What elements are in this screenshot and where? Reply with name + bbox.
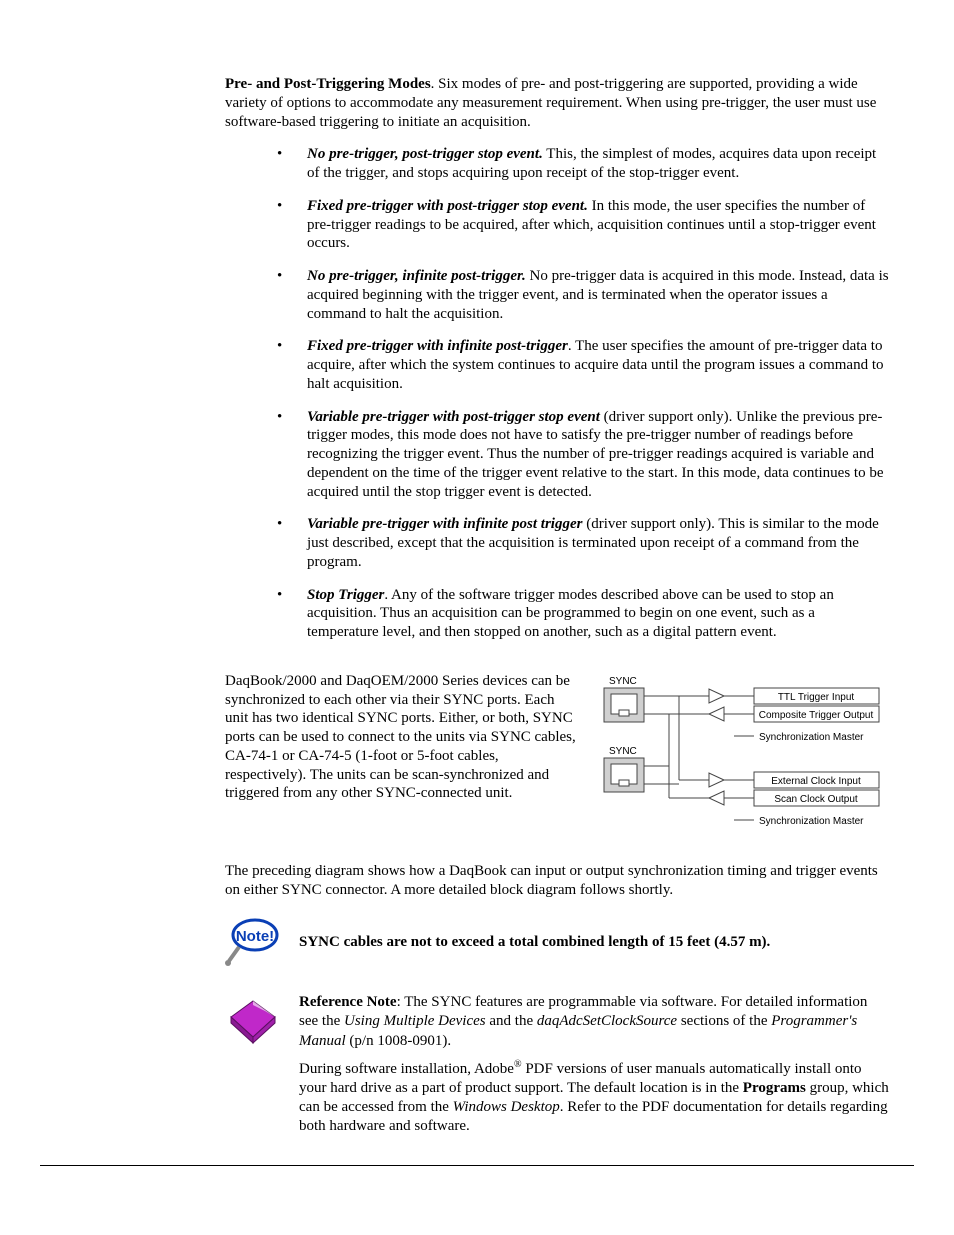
ref-text: (p/n 1008-0901).	[346, 1033, 451, 1049]
ref-link: Using Multiple Devices	[344, 1013, 486, 1029]
list-item: No pre-trigger, infinite post-trigger. N…	[225, 267, 889, 323]
ref-text: sections of the	[677, 1013, 771, 1029]
mode-name: Fixed pre-trigger with post-trigger stop…	[307, 198, 588, 214]
list-item: Variable pre-trigger with infinite post …	[225, 515, 889, 571]
ref-link: daqAdcSetClockSource	[537, 1013, 677, 1029]
ref-text: and the	[486, 1013, 537, 1029]
list-item: Fixed pre-trigger with infinite post-tri…	[225, 337, 889, 393]
modes-list: No pre-trigger, post-trigger stop event.…	[225, 145, 889, 642]
svg-text:SYNC: SYNC	[609, 746, 637, 757]
note-icon: Note!	[225, 917, 281, 967]
reference-body: Reference Note: The SYNC features are pr…	[299, 993, 889, 1144]
sync-paragraph: DaqBook/2000 and DaqOEM/2000 Series devi…	[225, 672, 579, 803]
mode-name: No pre-trigger, infinite post-trigger.	[307, 268, 526, 284]
ref-heading: Reference Note	[299, 994, 397, 1010]
list-item: Variable pre-trigger with post-trigger s…	[225, 408, 889, 502]
svg-text:Composite Trigger Output: Composite Trigger Output	[759, 710, 874, 721]
mode-name: No pre-trigger, post-trigger stop event.	[307, 146, 543, 162]
registered-symbol: ®	[514, 1059, 522, 1070]
sync-diagram: SYNC	[589, 672, 889, 842]
svg-text:Synchronization Master: Synchronization Master	[759, 732, 864, 743]
svg-text:External Clock Input: External Clock Input	[771, 776, 861, 787]
list-item: No pre-trigger, post-trigger stop event.…	[225, 145, 889, 183]
note-text: SYNC cables are not to exceed a total co…	[299, 934, 770, 951]
intro-heading: Pre- and Post-Triggering Modes	[225, 76, 431, 92]
footer-rule	[40, 1165, 914, 1166]
ref-text: During software installation, Adobe	[299, 1061, 514, 1077]
ref-link: Windows Desktop	[453, 1099, 560, 1115]
mode-text: . Any of the software trigger modes desc…	[307, 587, 834, 641]
mode-name: Fixed pre-trigger with infinite post-tri…	[307, 338, 568, 354]
after-diagram-paragraph: The preceding diagram shows how a DaqBoo…	[225, 862, 889, 900]
svg-text:SYNC: SYNC	[609, 676, 637, 687]
svg-text:Scan Clock Output: Scan Clock Output	[774, 794, 858, 805]
svg-text:TTL Trigger Input: TTL Trigger Input	[778, 692, 855, 703]
mode-name: Variable pre-trigger with infinite post …	[307, 516, 582, 532]
svg-text:Synchronization Master: Synchronization Master	[759, 816, 864, 827]
svg-text:Note!: Note!	[236, 928, 274, 945]
ref-bold: Programs	[743, 1080, 806, 1096]
reference-icon	[225, 993, 281, 1047]
mode-name: Variable pre-trigger with post-trigger s…	[307, 409, 600, 425]
list-item: Fixed pre-trigger with post-trigger stop…	[225, 197, 889, 253]
intro-paragraph: Pre- and Post-Triggering Modes. Six mode…	[225, 75, 889, 131]
mode-name: Stop Trigger	[307, 587, 384, 603]
list-item: Stop Trigger. Any of the software trigge…	[225, 586, 889, 642]
